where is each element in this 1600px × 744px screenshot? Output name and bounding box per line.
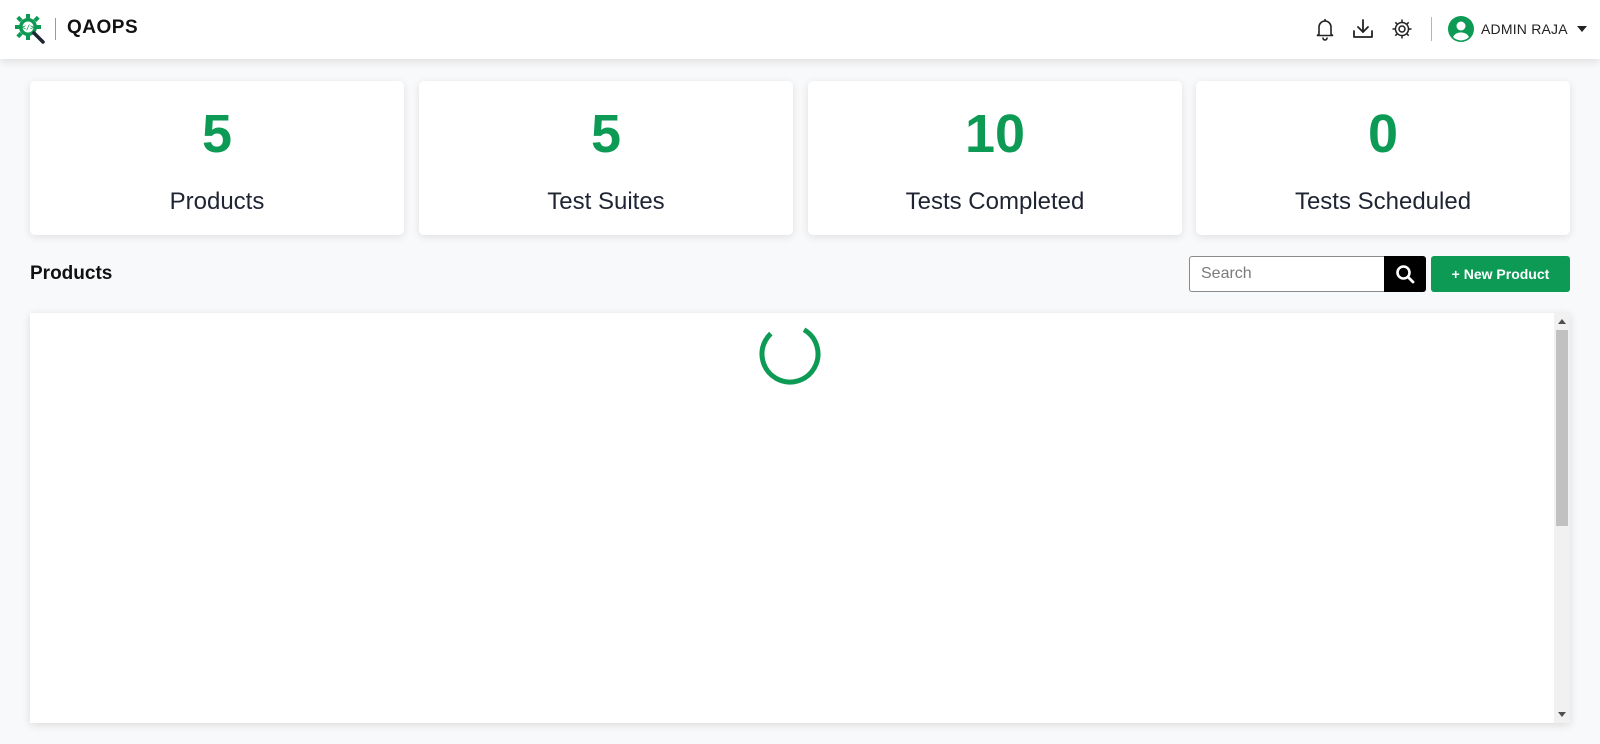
search-input[interactable] <box>1189 256 1385 292</box>
toolbar-divider <box>1431 17 1432 41</box>
stat-label: Products <box>169 188 265 215</box>
stat-label: Test Suites <box>547 188 665 215</box>
scroll-thumb[interactable] <box>1556 330 1568 526</box>
settings-gear-icon[interactable] <box>1390 17 1414 41</box>
stat-card-products[interactable]: 5 Products <box>30 81 404 235</box>
search-icon <box>1396 265 1415 284</box>
stat-value: 5 <box>201 104 233 164</box>
new-product-button[interactable]: + New Product <box>1431 256 1570 292</box>
products-section-title: Products <box>30 263 113 284</box>
stat-value: 5 <box>590 104 622 164</box>
logo-gear-code-icon[interactable]: </> <box>14 13 46 45</box>
stat-card-test-suites[interactable]: 5 Test Suites <box>419 81 793 235</box>
svg-text:</>: </> <box>22 24 35 32</box>
search-button[interactable] <box>1384 256 1426 292</box>
stat-value: 0 <box>1367 104 1399 164</box>
stat-value: 10 <box>964 104 1026 164</box>
top-navbar: </> QAOPS ADMIN RAJA <box>0 0 1600 59</box>
stat-card-tests-completed[interactable]: 10 Tests Completed <box>808 81 1182 235</box>
user-name: ADMIN RAJA <box>1481 21 1568 37</box>
caret-down-icon <box>1576 26 1587 32</box>
scroll-down-arrow-icon[interactable] <box>1558 712 1566 717</box>
user-menu[interactable]: ADMIN RAJA <box>1448 16 1587 42</box>
stat-card-tests-scheduled[interactable]: 0 Tests Scheduled <box>1196 81 1570 235</box>
loading-spinner-icon <box>759 323 821 385</box>
logo-divider <box>55 18 56 40</box>
scroll-up-arrow-icon[interactable] <box>1558 319 1566 324</box>
download-icon[interactable] <box>1351 17 1375 41</box>
stat-label: Tests Scheduled <box>1294 188 1472 215</box>
user-avatar-icon <box>1448 16 1474 42</box>
table-scrollbar[interactable] <box>1554 313 1570 723</box>
brand-name[interactable]: QAOPS <box>67 17 138 39</box>
products-table-panel <box>30 313 1570 723</box>
stat-label: Tests Completed <box>905 188 1085 215</box>
bell-icon[interactable] <box>1313 17 1337 41</box>
